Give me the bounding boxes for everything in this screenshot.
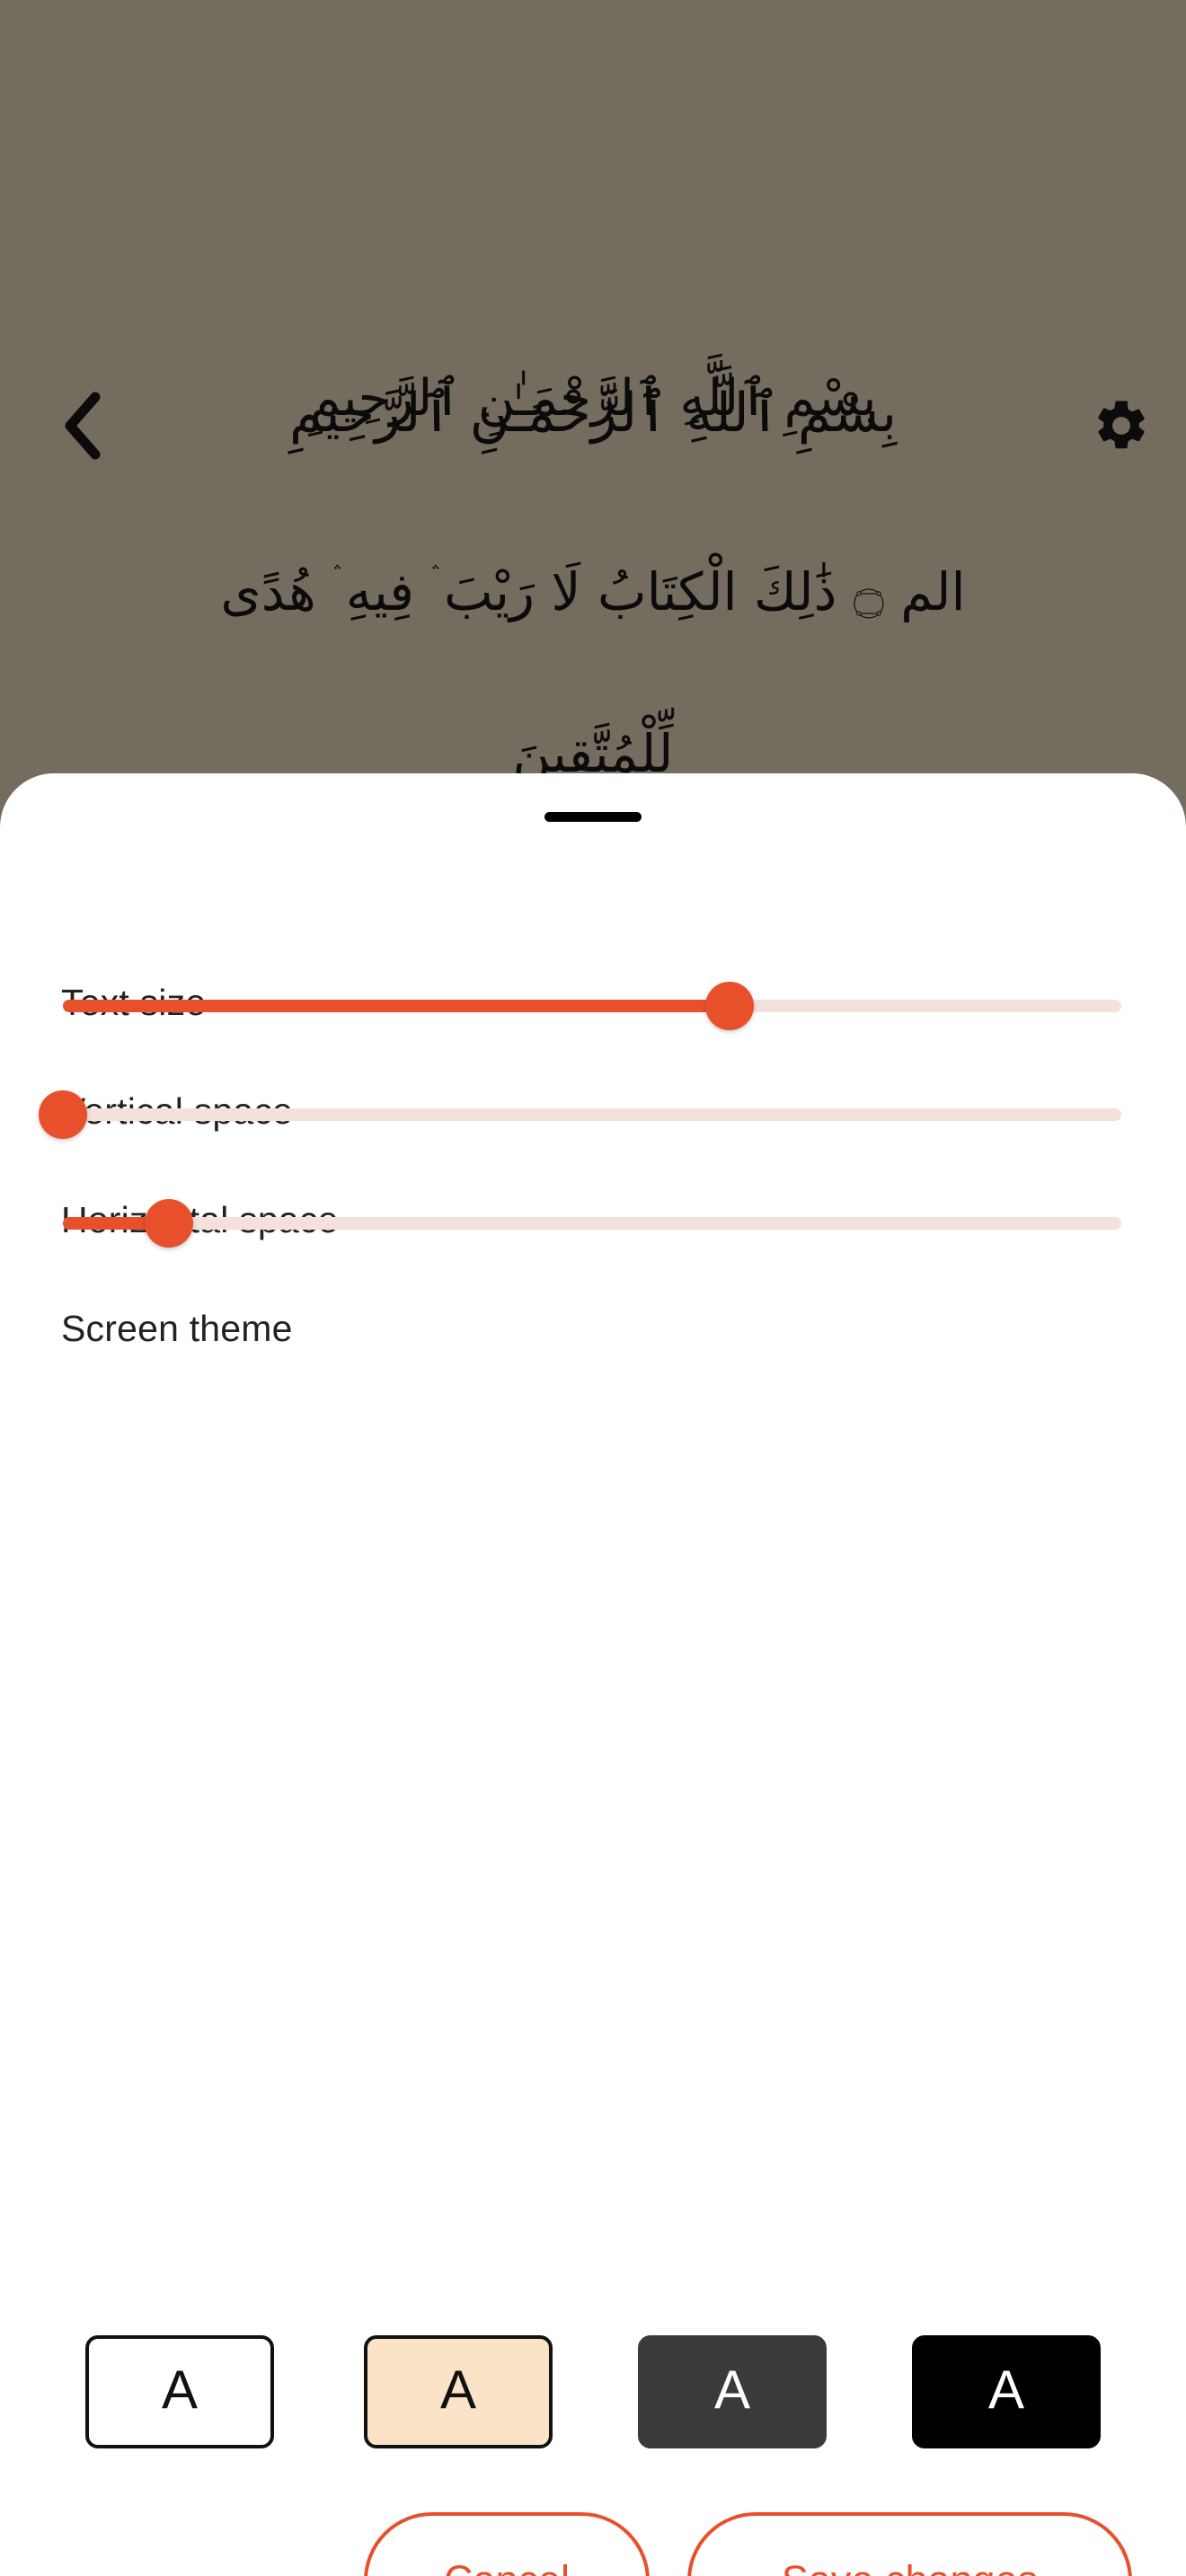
slider-thumb[interactable]	[144, 1199, 193, 1248]
text-size-slider[interactable]	[63, 982, 1121, 1030]
text-size-slider-inner	[63, 982, 1121, 1030]
slider-thumb[interactable]	[705, 982, 755, 1030]
settings-bottom-sheet: Text size Vertical space Horizontal spac…	[0, 773, 1186, 2576]
gear-icon	[1092, 396, 1151, 455]
vertical-space-slider-inner	[39, 1090, 1121, 1139]
slider-track	[63, 1217, 1121, 1230]
settings-button[interactable]	[1075, 375, 1168, 476]
theme-swatch-glyph: A	[713, 2360, 751, 2420]
reader-header: بِسْمِ ٱللَّهِ ٱلرَّحْمَـٰنِ ٱلرَّحِيمِ	[0, 180, 1186, 460]
theme-swatch-black[interactable]: A	[912, 2335, 1101, 2448]
theme-swatch-glyph: A	[439, 2360, 477, 2420]
screen-theme-label: Screen theme	[61, 1308, 293, 1349]
cancel-button[interactable]: Cancel	[364, 2512, 650, 2576]
slider-thumb[interactable]	[39, 1090, 87, 1139]
slider-track	[63, 1108, 1121, 1121]
theme-swatch-glyph: A	[161, 2360, 199, 2420]
slider-fill	[63, 1000, 730, 1012]
theme-swatch-list: AAAA	[0, 2335, 1186, 2448]
sheet-drag-handle[interactable]	[544, 812, 642, 822]
theme-swatch-glyph: A	[987, 2360, 1025, 2420]
verse-line: الم ۝ ذَٰلِكَ الْكِتَابُ لَا رَيْبَ ۛ فِ…	[220, 561, 966, 622]
theme-swatch-sepia[interactable]: A	[364, 2335, 553, 2448]
quran-reader-screen: بِسْمِ ٱللَّهِ ٱلرَّحْمَـٰنِ ٱلرَّحِيمِ …	[0, 0, 1186, 826]
horizontal-space-slider-inner	[63, 1199, 1121, 1248]
verse-bismillah: بِسْمِ ٱللَّهِ ٱلرَّحْمَـٰنِ ٱلرَّحِيمِ	[288, 382, 898, 445]
theme-swatch-dark-grey[interactable]: A	[638, 2335, 827, 2448]
horizontal-space-slider[interactable]	[63, 1199, 1121, 1248]
theme-swatch-light[interactable]: A	[85, 2335, 274, 2448]
vertical-space-slider[interactable]	[39, 1090, 1121, 1139]
save-changes-button[interactable]: Save changes	[687, 2512, 1132, 2576]
